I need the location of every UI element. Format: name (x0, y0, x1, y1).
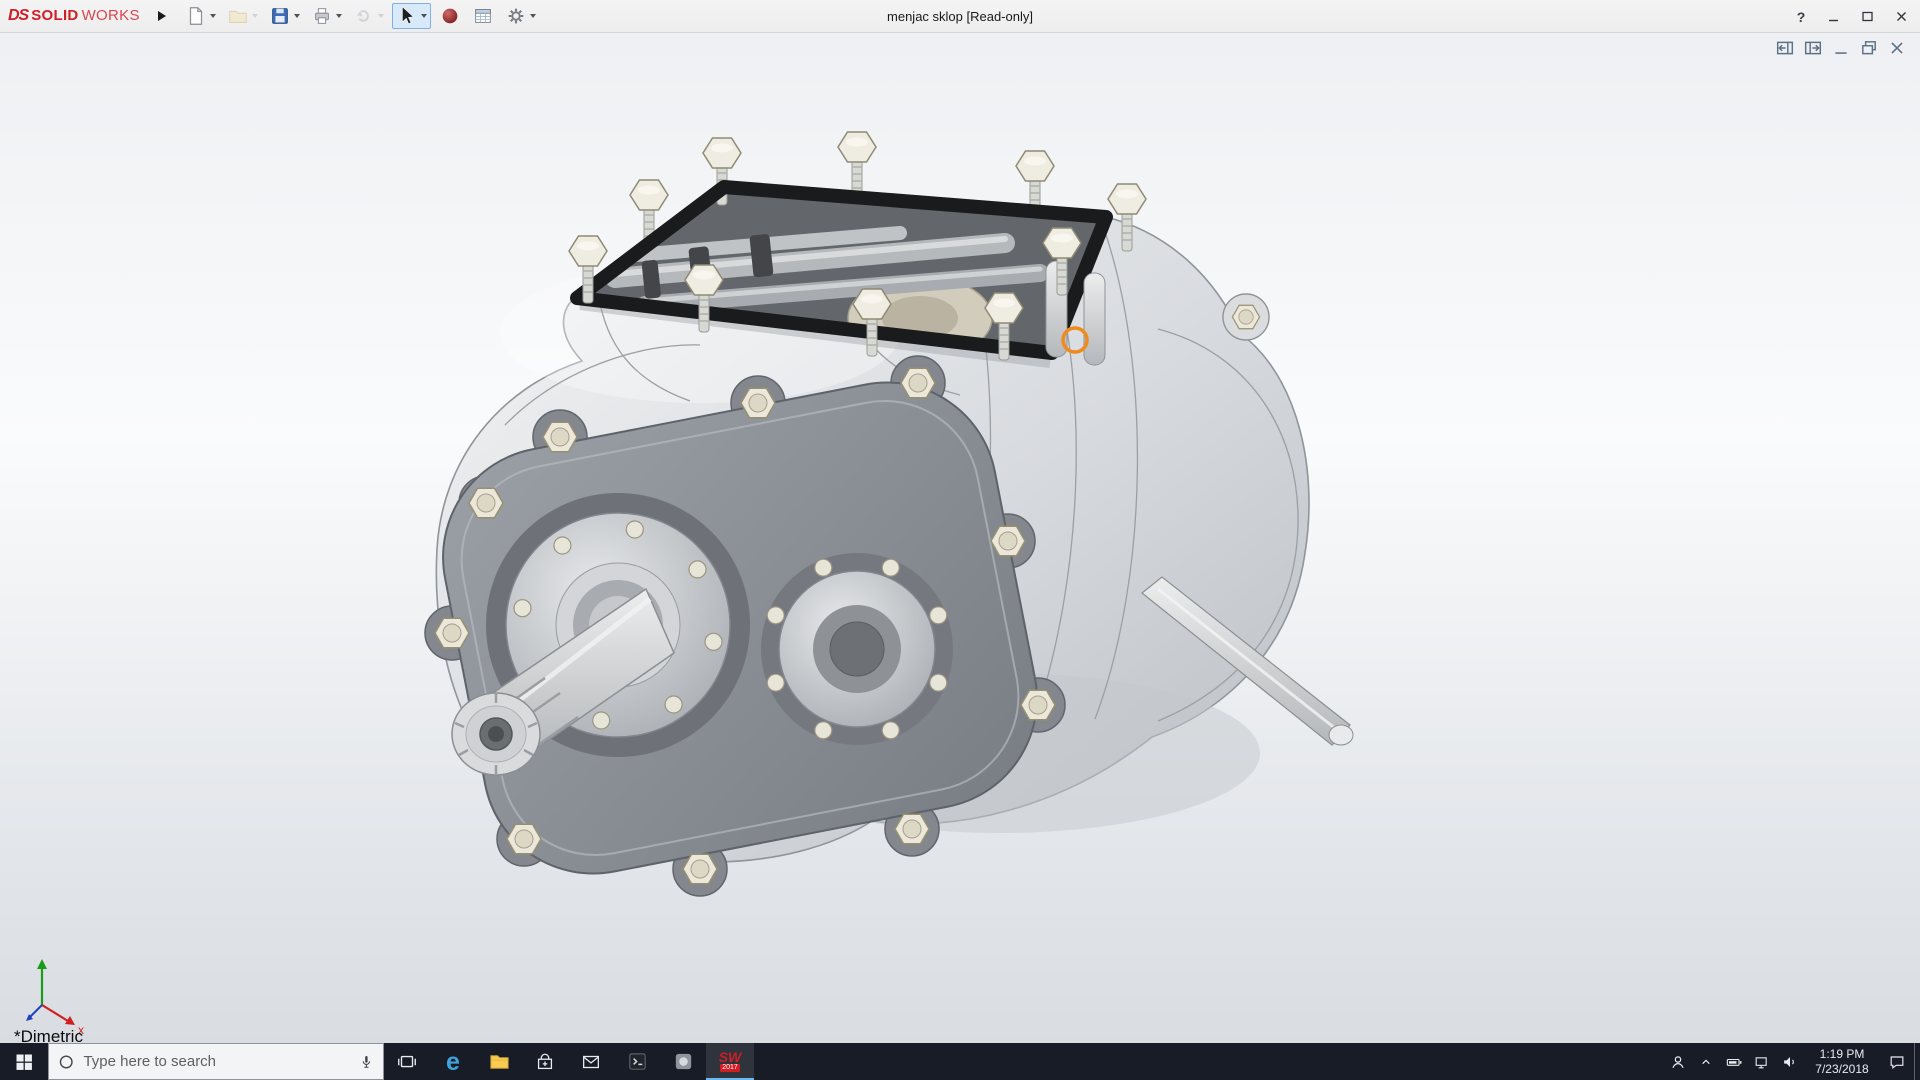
close-icon (1895, 10, 1908, 23)
graphics-viewport[interactable]: x *Dimetric (0, 33, 1920, 1043)
minimize-doc-icon[interactable] (1832, 39, 1850, 57)
terminal-icon (626, 1050, 649, 1073)
solidworks-year-badge: 2017 (720, 1064, 740, 1072)
design-table-icon (472, 5, 494, 27)
bolt-post[interactable] (1084, 273, 1105, 365)
start-button[interactable] (0, 1043, 48, 1080)
dropdown-caret-icon[interactable] (294, 14, 300, 18)
undo-icon (353, 5, 375, 27)
save-button[interactable] (266, 3, 303, 29)
open-folder-icon (227, 5, 249, 27)
solidworks-logo[interactable]: DS SOLIDWORKS (8, 7, 140, 25)
taskbar-search-box[interactable] (48, 1043, 384, 1080)
windows-taskbar: e (0, 1043, 1920, 1080)
3d-scene[interactable]: x (0, 33, 1920, 1043)
people-button[interactable] (1664, 1043, 1692, 1080)
options-button[interactable] (502, 3, 539, 29)
menu-flyout-arrow-icon[interactable] (158, 11, 166, 21)
pinned-app-button[interactable] (660, 1043, 706, 1080)
maximize-icon (1861, 10, 1874, 23)
network-status[interactable] (1748, 1043, 1776, 1080)
help-button[interactable]: ? (1786, 9, 1816, 25)
pane-left-icon[interactable] (1776, 39, 1794, 57)
close-button[interactable] (1884, 0, 1918, 33)
brand-text-works: WORKS (82, 7, 140, 24)
system-tray: 1:19 PM 7/23/2018 (1664, 1043, 1920, 1080)
edge-button[interactable]: e (430, 1043, 476, 1080)
ds-logo-mark: DS (8, 7, 28, 25)
pane-right-icon[interactable] (1804, 39, 1822, 57)
dropdown-caret-icon[interactable] (252, 14, 258, 18)
store-button[interactable] (522, 1043, 568, 1080)
volume-status[interactable] (1776, 1043, 1804, 1080)
select-arrow-icon (396, 5, 418, 27)
file-explorer-icon (488, 1050, 511, 1073)
new-document-icon (185, 5, 207, 27)
microphone-icon[interactable] (358, 1052, 375, 1072)
print-button[interactable] (308, 3, 345, 29)
minimize-icon (1827, 10, 1840, 23)
dropdown-caret-icon[interactable] (378, 14, 384, 18)
print-icon (311, 5, 333, 27)
save-floppy-icon (269, 5, 291, 27)
chevron-up-icon (1698, 1054, 1714, 1070)
open-button[interactable] (224, 3, 261, 29)
maximize-button[interactable] (1850, 0, 1884, 33)
output-bearing-boss[interactable] (761, 553, 953, 745)
store-icon (534, 1051, 556, 1073)
hidden-icons-button[interactable] (1692, 1043, 1720, 1080)
battery-status[interactable] (1720, 1043, 1748, 1080)
dropdown-caret-icon[interactable] (210, 14, 216, 18)
dropdown-caret-icon[interactable] (421, 14, 427, 18)
mail-button[interactable] (568, 1043, 614, 1080)
task-view-icon (396, 1051, 418, 1073)
time-label: 1:19 PM (1804, 1047, 1880, 1062)
solidworks-app-icon: SW (719, 1051, 742, 1064)
undo-button[interactable] (350, 3, 387, 29)
edge-icon: e (446, 1050, 460, 1074)
solidworks-window: DS SOLIDWORKS (0, 0, 1920, 1080)
show-desktop-button[interactable] (1914, 1043, 1920, 1080)
brand-text-solid: SOLID (31, 7, 78, 24)
window-controls: ? (1786, 0, 1918, 33)
dropdown-caret-icon[interactable] (336, 14, 342, 18)
battery-icon (1724, 1052, 1744, 1072)
view-orientation-label: *Dimetric (14, 1027, 83, 1043)
appearance-sphere-icon (439, 5, 461, 27)
task-view-button[interactable] (384, 1043, 430, 1080)
select-tool-button[interactable] (392, 3, 431, 29)
action-center-button[interactable] (1880, 1043, 1914, 1080)
new-document-button[interactable] (182, 3, 219, 29)
quick-access-toolbar (182, 3, 539, 29)
minimize-button[interactable] (1816, 0, 1850, 33)
solidworks-taskbar-button[interactable]: SW 2017 (706, 1043, 754, 1080)
cortana-icon (57, 1051, 75, 1073)
network-icon (1752, 1052, 1772, 1072)
restore-doc-icon[interactable] (1860, 39, 1878, 57)
file-explorer-button[interactable] (476, 1043, 522, 1080)
pinned-app-icon (672, 1050, 695, 1073)
search-input[interactable] (83, 1053, 350, 1070)
people-icon (1668, 1052, 1688, 1072)
end-cap[interactable] (1223, 294, 1269, 340)
taskbar-clock[interactable]: 1:19 PM 7/23/2018 (1804, 1047, 1880, 1077)
close-doc-icon[interactable] (1888, 39, 1906, 57)
document-title: menjac sklop [Read-only] (887, 0, 1033, 33)
design-table-button[interactable] (469, 3, 497, 29)
volume-icon (1780, 1052, 1800, 1072)
terminal-app-button[interactable] (614, 1043, 660, 1080)
document-window-controls (1776, 39, 1906, 57)
dropdown-caret-icon[interactable] (530, 14, 536, 18)
options-gear-icon (505, 5, 527, 27)
windows-logo-icon (14, 1052, 34, 1072)
action-center-icon (1887, 1052, 1907, 1072)
date-label: 7/23/2018 (1804, 1062, 1880, 1077)
appearance-button[interactable] (436, 3, 464, 29)
title-bar: DS SOLIDWORKS (0, 0, 1920, 33)
mail-icon (580, 1051, 602, 1073)
